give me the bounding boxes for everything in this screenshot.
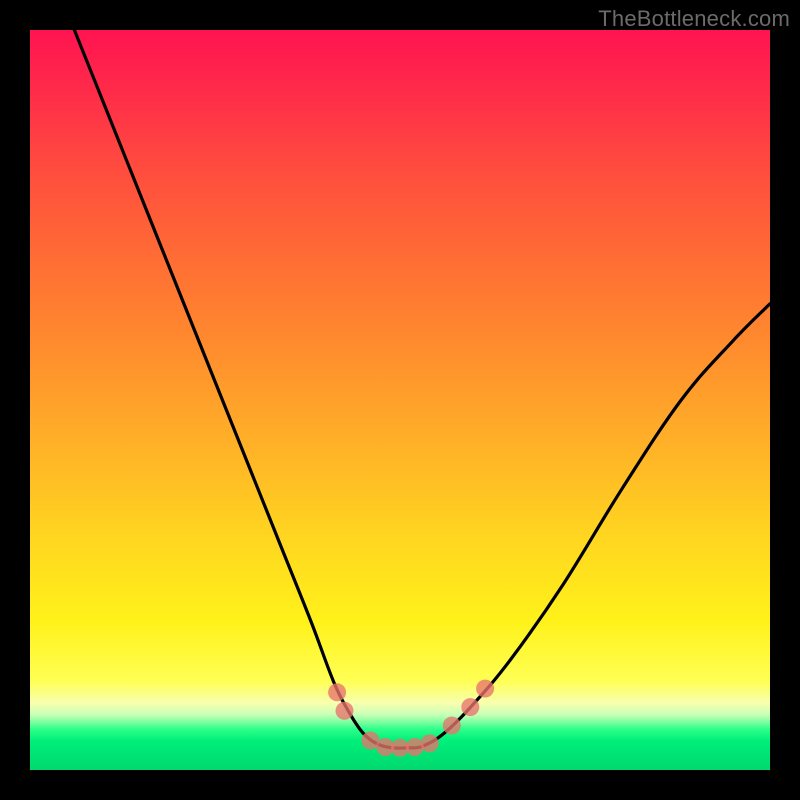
chart-frame: TheBottleneck.com — [0, 0, 800, 800]
curve-marker — [476, 680, 494, 698]
curve-marker — [421, 734, 439, 752]
watermark-text: TheBottleneck.com — [598, 6, 790, 32]
chart-svg — [30, 30, 770, 770]
bottleneck-curve-path — [74, 30, 770, 748]
curve-marker — [336, 702, 354, 720]
curve-marker — [461, 698, 479, 716]
chart-plot-area — [30, 30, 770, 770]
curve-marker — [443, 717, 461, 735]
curve-marker — [328, 683, 346, 701]
